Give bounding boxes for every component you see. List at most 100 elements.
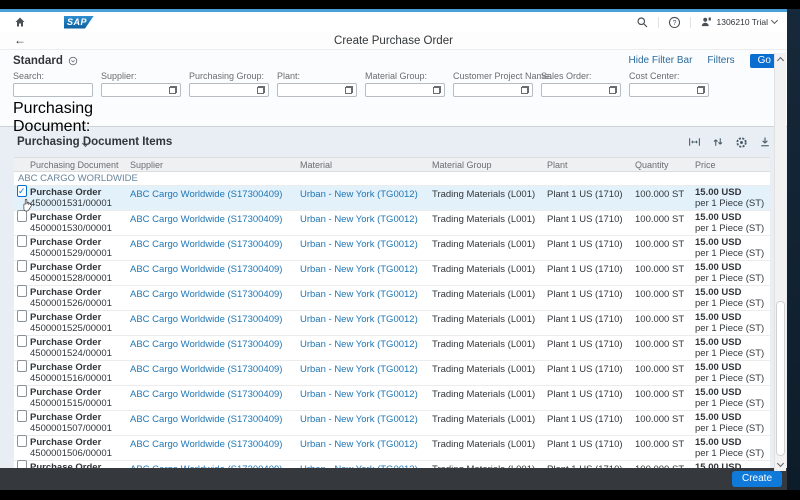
purchasing-document-cell: Purchase Order 4500001531/00001 (30, 186, 130, 210)
table-row[interactable]: ✓ Purchase Order 4500001506/00001 ABC Ca… (14, 436, 770, 461)
value-help-icon[interactable] (257, 86, 265, 94)
supplier-link[interactable]: ABC Cargo Worldwide (S17300409) (130, 211, 300, 235)
user-menu[interactable]: 1306210 Trial (700, 16, 777, 28)
table-row[interactable]: ✓ Purchase Order 4500001530/00001 ABC Ca… (14, 211, 770, 236)
sort-icon[interactable] (712, 136, 724, 148)
column-header-plant[interactable]: Plant (547, 160, 635, 170)
home-icon[interactable] (14, 16, 26, 28)
row-checkbox[interactable]: ✓ (17, 410, 27, 422)
table-row[interactable]: ✓ Purchase Order 4500001525/00001 ABC Ca… (14, 311, 770, 336)
table-row[interactable]: ✓ Purchase Order ABC Cargo Worldwide (S1… (14, 461, 770, 468)
material-link[interactable]: Urban - New York (TG0012) (300, 436, 432, 460)
supplier-link[interactable]: ABC Cargo Worldwide (S17300409) (130, 311, 300, 335)
filter-field-input[interactable] (629, 83, 709, 97)
settings-icon[interactable] (735, 136, 748, 149)
variant-selector[interactable]: Standard (13, 55, 63, 67)
supplier-link[interactable]: ABC Cargo Worldwide (S17300409) (130, 286, 300, 310)
supplier-link[interactable]: ABC Cargo Worldwide (S17300409) (130, 261, 300, 285)
material-group-cell: Trading Materials (L001) (432, 461, 547, 468)
scroll-down-icon[interactable] (777, 460, 784, 467)
supplier-link[interactable]: ABC Cargo Worldwide (S17300409) (130, 386, 300, 410)
value-help-icon[interactable] (609, 86, 617, 94)
row-checkbox[interactable]: ✓ (17, 360, 27, 372)
supplier-link[interactable]: ABC Cargo Worldwide (S17300409) (130, 186, 300, 210)
column-header-price[interactable]: Price (695, 160, 770, 170)
table-row[interactable]: ✓ Purchase Order 4500001529/00001 ABC Ca… (14, 236, 770, 261)
row-checkbox[interactable]: ✓ (17, 310, 27, 322)
filter-field-input[interactable] (453, 83, 533, 97)
export-icon[interactable] (759, 136, 771, 148)
material-link[interactable]: Urban - New York (TG0012) (300, 286, 432, 310)
price-cell: 15.00 USD per 1 Piece (ST) (695, 436, 770, 460)
filter-field-input[interactable] (101, 83, 181, 97)
scrollbar-thumb[interactable] (776, 301, 785, 456)
row-checkbox[interactable]: ✓ (17, 235, 27, 247)
material-link[interactable]: Urban - New York (TG0012) (300, 336, 432, 360)
filter-field-input[interactable] (541, 83, 621, 97)
material-link[interactable]: Urban - New York (TG0012) (300, 361, 432, 385)
row-checkbox[interactable]: ✓ (17, 285, 27, 297)
price-cell: 15.00 USD per 1 Piece (ST) (695, 386, 770, 410)
price-cell: 15.00 USD per 1 Piece (ST) (695, 186, 770, 210)
filter-field: Purchasing Group: (189, 71, 269, 97)
row-checkbox[interactable]: ✓ (17, 260, 27, 272)
supplier-link[interactable]: ABC Cargo Worldwide (S17300409) (130, 411, 300, 435)
filter-bar: Standard Hide Filter Bar Filters Go Sear… (0, 50, 787, 127)
row-checkbox[interactable]: ✓ (17, 385, 27, 397)
column-header-quantity[interactable]: Quantity (635, 160, 695, 170)
material-link[interactable]: Urban - New York (TG0012) (300, 386, 432, 410)
material-link[interactable]: Urban - New York (TG0012) (300, 461, 432, 468)
column-header-purchasing-document[interactable]: Purchasing Document (30, 160, 130, 170)
supplier-link[interactable]: ABC Cargo Worldwide (S17300409) (130, 361, 300, 385)
row-checkbox[interactable]: ✓ (17, 335, 27, 347)
table-row[interactable]: ✓ Purchase Order 4500001528/00001 ABC Ca… (14, 261, 770, 286)
hide-filter-bar-link[interactable]: Hide Filter Bar (629, 55, 693, 66)
svg-text:?: ? (673, 19, 677, 26)
filter-field-input[interactable] (277, 83, 357, 97)
vertical-scrollbar[interactable] (774, 53, 786, 471)
material-link[interactable]: Urban - New York (TG0012) (300, 186, 432, 210)
value-help-icon[interactable] (345, 86, 353, 94)
quantity-cell: 100.000 ST (635, 186, 695, 210)
create-button[interactable]: Create (732, 471, 782, 487)
supplier-link[interactable]: ABC Cargo Worldwide (S17300409) (130, 236, 300, 260)
supplier-link[interactable]: ABC Cargo Worldwide (S17300409) (130, 436, 300, 460)
variant-dropdown-icon[interactable] (68, 56, 78, 66)
back-button[interactable]: ← (14, 33, 26, 47)
material-link[interactable]: Urban - New York (TG0012) (300, 236, 432, 260)
footer-bar: Create (0, 468, 787, 490)
column-header-material[interactable]: Material (300, 160, 432, 170)
column-header-material-group[interactable]: Material Group (432, 160, 547, 170)
filter-field-input[interactable] (13, 83, 93, 97)
material-link[interactable]: Urban - New York (TG0012) (300, 311, 432, 335)
row-checkbox[interactable]: ✓ (17, 185, 27, 197)
fit-width-icon[interactable] (688, 136, 701, 148)
table-row[interactable]: ✓ Purchase Order 4500001516/00001 ABC Ca… (14, 361, 770, 386)
value-help-icon[interactable] (521, 86, 529, 94)
table-row[interactable]: ✓ Purchase Order 4500001526/00001 ABC Ca… (14, 286, 770, 311)
filter-field-input[interactable] (189, 83, 269, 97)
filters-link[interactable]: Filters (707, 55, 734, 66)
material-group-cell: Trading Materials (L001) (432, 361, 547, 385)
scroll-up-icon[interactable] (777, 57, 784, 64)
material-link[interactable]: Urban - New York (TG0012) (300, 411, 432, 435)
plant-cell: Plant 1 US (1710) (547, 411, 635, 435)
value-help-icon[interactable] (169, 86, 177, 94)
value-help-icon[interactable] (433, 86, 441, 94)
table-row[interactable]: ✓ Purchase Order 4500001531/00001 ABC Ca… (14, 186, 770, 211)
column-header-supplier[interactable]: Supplier (130, 160, 300, 170)
table-row[interactable]: ✓ Purchase Order 4500001507/00001 ABC Ca… (14, 411, 770, 436)
value-help-icon[interactable] (697, 86, 705, 94)
supplier-link[interactable]: ABC Cargo Worldwide (S17300409) (130, 461, 300, 468)
purchasing-document-cell: Purchase Order 4500001528/00001 (30, 261, 130, 285)
supplier-link[interactable]: ABC Cargo Worldwide (S17300409) (130, 336, 300, 360)
search-icon[interactable] (636, 16, 649, 29)
help-icon[interactable]: ? (668, 16, 681, 29)
material-link[interactable]: Urban - New York (TG0012) (300, 261, 432, 285)
row-checkbox[interactable]: ✓ (17, 435, 27, 447)
material-link[interactable]: Urban - New York (TG0012) (300, 211, 432, 235)
table-row[interactable]: ✓ Purchase Order 4500001524/00001 ABC Ca… (14, 336, 770, 361)
row-checkbox[interactable]: ✓ (17, 460, 27, 468)
filter-field-input[interactable] (365, 83, 445, 97)
table-row[interactable]: ✓ Purchase Order 4500001515/00001 ABC Ca… (14, 386, 770, 411)
